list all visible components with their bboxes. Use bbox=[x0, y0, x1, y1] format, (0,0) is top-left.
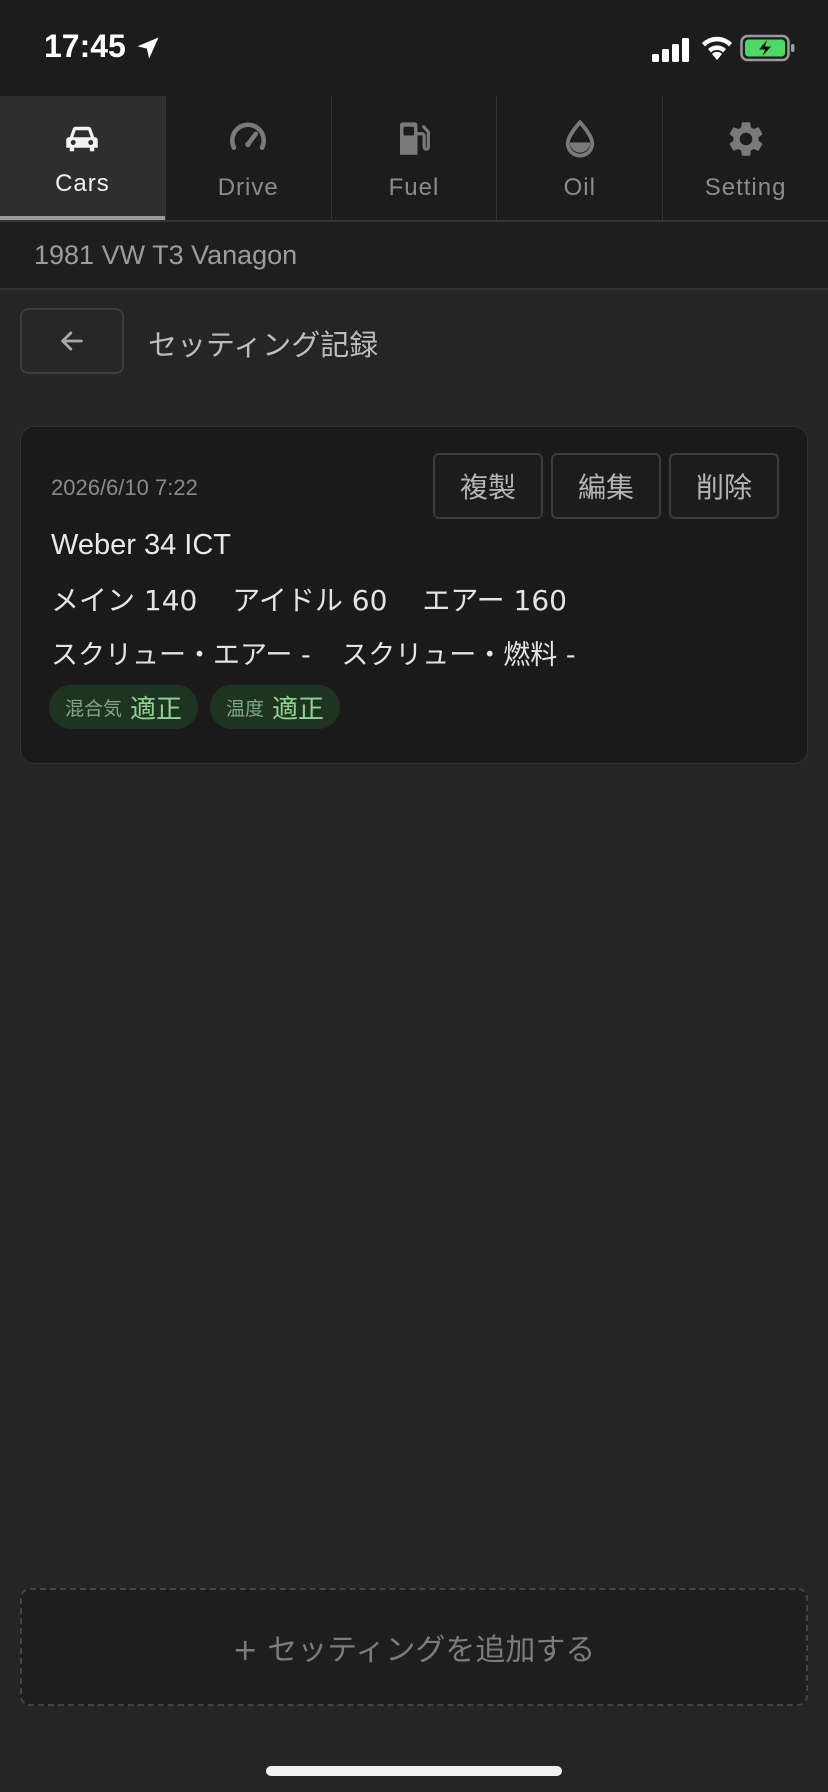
tab-fuel[interactable]: Fuel bbox=[332, 96, 498, 220]
gear-icon bbox=[729, 122, 762, 156]
tab-label: Drive bbox=[217, 174, 279, 201]
battery-charging-icon bbox=[740, 34, 795, 62]
cellular-signal-icon bbox=[652, 38, 689, 62]
screw-values: スクリュー・エアー - スクリュー・燃料 - bbox=[51, 633, 598, 672]
vehicle-selector[interactable]: 1981 VW T3 Vanagon bbox=[0, 222, 828, 290]
back-button[interactable] bbox=[20, 308, 124, 374]
carburetor-model: Weber 34 ICT bbox=[51, 529, 231, 561]
tab-label: Setting bbox=[704, 174, 787, 201]
wifi-icon bbox=[702, 36, 732, 60]
oil-drop-icon bbox=[565, 119, 594, 158]
tab-label: Cars bbox=[55, 170, 110, 197]
setting-record-card: 2026/6/10 7:22 複製 編集 削除 Weber 34 ICT メイン… bbox=[20, 426, 808, 764]
temperature-badge: 温度 適正 bbox=[210, 685, 341, 729]
edit-button[interactable]: 編集 bbox=[551, 453, 661, 519]
main-tab-bar: Cars Drive Fuel Oil Setting bbox=[0, 96, 828, 222]
tab-label: Fuel bbox=[388, 174, 440, 201]
fuel-pump-icon bbox=[399, 122, 430, 155]
page-title: セッティング記録 bbox=[148, 328, 379, 362]
tab-oil[interactable]: Oil bbox=[497, 96, 664, 220]
add-setting-button[interactable]: + セッティングを追加する bbox=[20, 1588, 808, 1706]
tab-drive[interactable]: Drive bbox=[166, 96, 332, 220]
main-jet: メイン 140 bbox=[51, 584, 198, 617]
badge-value: 適正 bbox=[130, 694, 183, 725]
fuel-screw: スクリュー・燃料 - bbox=[341, 640, 576, 671]
air-jet: エアー 160 bbox=[422, 584, 567, 617]
copy-button[interactable]: 複製 bbox=[433, 453, 543, 519]
app-screen: 17:45 Cars Drive Fuel Oil Setting 1981 V… bbox=[0, 0, 828, 1792]
air-screw: スクリュー・エアー - bbox=[51, 640, 311, 671]
tab-setting[interactable]: Setting bbox=[663, 96, 828, 220]
mixture-badge: 混合気 適正 bbox=[49, 685, 199, 729]
jet-values: メイン 140 アイドル 60 エアー 160 bbox=[51, 579, 593, 619]
arrow-left-icon bbox=[61, 331, 83, 351]
tab-label: Oil bbox=[563, 174, 596, 201]
status-time: 17:45 bbox=[44, 28, 126, 64]
home-indicator[interactable] bbox=[266, 1766, 562, 1776]
tab-cars[interactable]: Cars bbox=[0, 96, 166, 220]
delete-button[interactable]: 削除 bbox=[669, 453, 779, 519]
badge-label: 温度 bbox=[226, 697, 265, 720]
speedometer-icon bbox=[230, 122, 267, 151]
car-icon bbox=[66, 126, 99, 152]
badge-label: 混合気 bbox=[65, 697, 123, 720]
status-bar: 17:45 bbox=[0, 0, 828, 96]
location-arrow-icon bbox=[137, 37, 159, 59]
record-date: 2026/6/10 7:22 bbox=[51, 475, 198, 500]
idle-jet: アイドル 60 bbox=[232, 584, 388, 617]
status-badges: 混合気 適正 温度 適正 bbox=[49, 685, 341, 729]
vehicle-name: 1981 VW T3 Vanagon bbox=[34, 240, 298, 270]
badge-value: 適正 bbox=[272, 694, 325, 725]
